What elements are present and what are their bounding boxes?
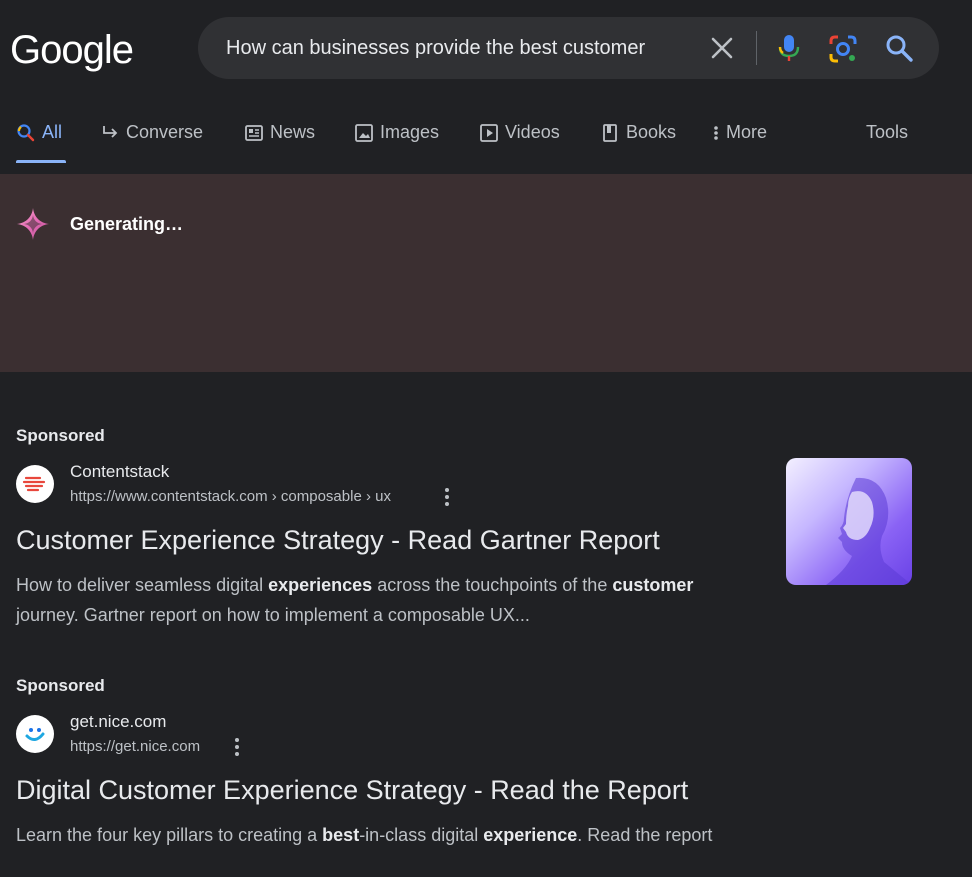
ad-description-text: Learn the four key pillars to creating a — [16, 825, 323, 845]
tab-news[interactable]: News — [244, 122, 315, 143]
tab-label: News — [270, 122, 316, 142]
ad-description: How to deliver seamless digital experien… — [16, 570, 756, 630]
book-icon — [603, 123, 617, 142]
ad-description-text: journey. Gartner report on how to implem… — [16, 605, 530, 625]
microphone-icon[interactable] — [776, 33, 802, 63]
tab-more[interactable]: More — [712, 122, 767, 143]
tab-all[interactable]: All — [16, 122, 62, 143]
woman-portrait-icon — [826, 477, 912, 585]
google-lens-icon[interactable] — [828, 34, 858, 64]
ad-thumbnail-image[interactable] — [786, 458, 912, 585]
ad-description-text: . Read the report — [577, 825, 713, 845]
image-icon — [355, 123, 373, 142]
ad-description-keyword: customer — [612, 575, 694, 595]
more-options-icon[interactable] — [233, 738, 241, 756]
clear-search-icon[interactable] — [708, 34, 736, 62]
ad-site-name[interactable]: get.nice.com — [70, 712, 166, 732]
vertical-dots-icon — [714, 125, 718, 140]
search-divider — [756, 31, 757, 65]
ai-overview-panel: Generating… — [0, 174, 972, 372]
nice-favicon-icon[interactable] — [16, 715, 54, 753]
tools-button[interactable]: Tools — [866, 122, 908, 143]
google-logo[interactable]: Google — [10, 26, 134, 74]
tab-label: Converse — [126, 122, 204, 142]
tab-label: More — [726, 122, 768, 142]
search-input[interactable]: How can businesses provide the best cust… — [226, 37, 696, 60]
tab-label: Images — [380, 122, 440, 142]
ai-status-text: Generating… — [70, 214, 184, 234]
return-arrow-icon — [103, 125, 118, 138]
tab-videos[interactable]: Videos — [479, 122, 560, 143]
ad-description-text: -in-class digital — [359, 825, 484, 845]
sponsored-label: Sponsored — [16, 676, 105, 695]
search-icon — [17, 123, 35, 141]
ad-title-link[interactable]: Digital Customer Experience Strategy - R… — [16, 775, 688, 806]
video-icon — [480, 123, 498, 142]
tools-label: Tools — [866, 122, 909, 142]
tab-converse[interactable]: Converse — [100, 122, 203, 143]
contentstack-favicon-icon[interactable] — [16, 465, 54, 503]
ad-description-keyword: best — [322, 825, 360, 845]
gemini-sparkle-icon — [16, 207, 50, 241]
ad-url[interactable]: https://get.nice.com — [70, 738, 200, 755]
ad-description-keyword: experience — [483, 825, 578, 845]
ad-description-text: across the touchpoints of the — [372, 575, 613, 595]
more-options-icon[interactable] — [443, 488, 451, 506]
tab-label: Books — [626, 122, 677, 142]
ad-description-keyword: experiences — [268, 575, 373, 595]
tab-images[interactable]: Images — [354, 122, 439, 143]
search-icon[interactable] — [884, 33, 914, 63]
news-icon — [245, 124, 263, 141]
ad-site-name[interactable]: Contentstack — [70, 462, 169, 482]
active-tab-indicator — [16, 160, 66, 163]
tab-label: Videos — [505, 122, 560, 142]
ad-description: Learn the four key pillars to creating a… — [16, 820, 756, 850]
search-box[interactable]: How can businesses provide the best cust… — [198, 17, 939, 79]
ad-url[interactable]: https://www.contentstack.com › composabl… — [70, 488, 391, 505]
ad-title-link[interactable]: Customer Experience Strategy - Read Gart… — [16, 525, 660, 556]
sponsored-label: Sponsored — [16, 426, 105, 445]
ad-description-text: How to deliver seamless digital — [16, 575, 269, 595]
search-tabs: All Converse News Images Videos Books Mo… — [0, 110, 972, 166]
tab-label: All — [42, 122, 63, 142]
tab-books[interactable]: Books — [600, 122, 676, 143]
